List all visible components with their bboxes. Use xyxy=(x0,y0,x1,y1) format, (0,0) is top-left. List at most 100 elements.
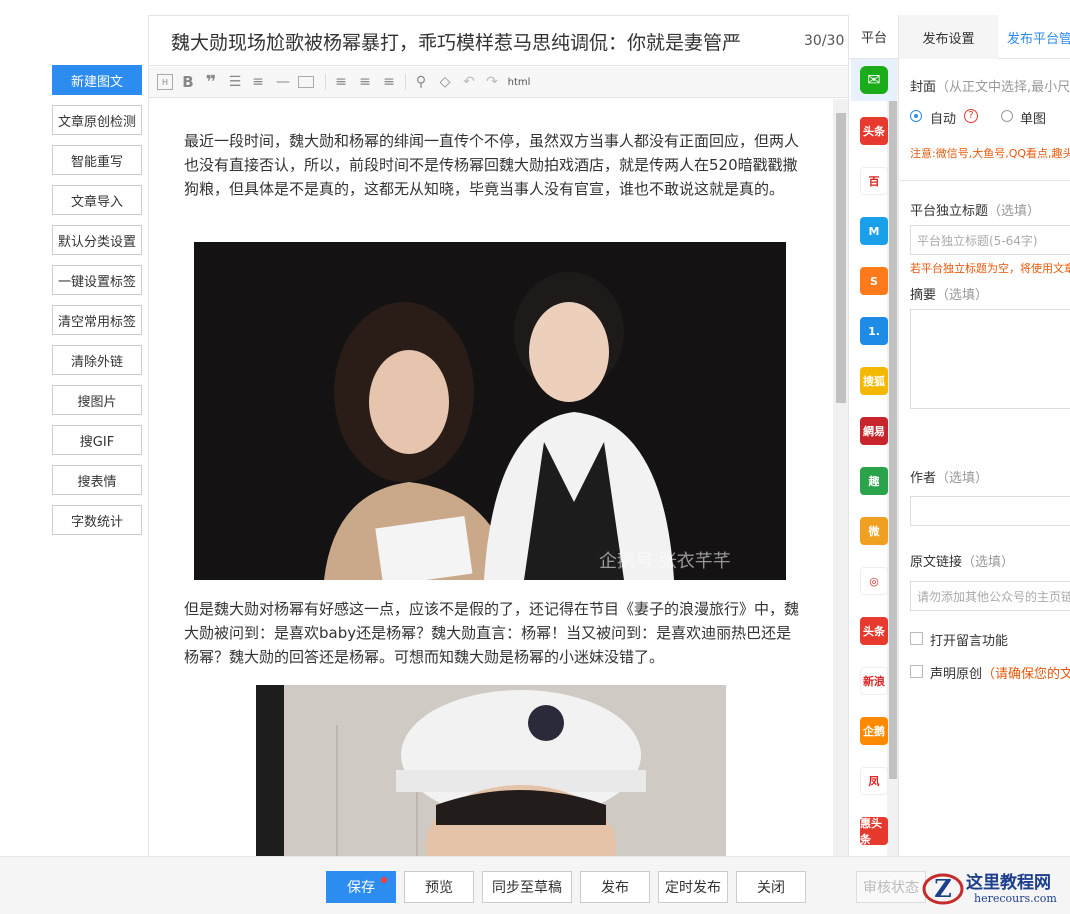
editor-scrollbar[interactable] xyxy=(833,99,849,857)
platform-yidian-icon[interactable]: 1. xyxy=(860,317,888,345)
platform-dayu-icon[interactable]: S xyxy=(860,267,888,295)
import-article-button[interactable]: 文章导入 xyxy=(52,185,142,215)
schedule-publish-button[interactable]: 定时发布 xyxy=(658,871,728,903)
bottom-action-bar: 保存 预览 同步至草稿 发布 定时发布 关闭 审核状态 xyxy=(0,856,1070,914)
cover-single-radio[interactable] xyxy=(1001,110,1013,122)
left-sidebar: 新建图文文章原创检测 智能重写文章导入默认分类设置 一键设置标签 清空常用标签 清除外链… xyxy=(0,0,148,856)
editor-toolbar: H B ❞ ☰ ≡ — ≡ ≡ ≡ ⚲ ◇ ↶ ↷ html xyxy=(149,67,849,98)
clear-tags-button[interactable]: 清空常用标签 xyxy=(52,305,142,335)
eraser-icon[interactable]: ◇ xyxy=(437,74,453,90)
editor-content[interactable]: 最近一段时间，魏大勋和杨幂的绯闻一直传个不停，虽然双方当事人都没有正面回应，但两… xyxy=(149,99,833,857)
sync-draft-button[interactable]: 同步至草稿 xyxy=(482,871,572,903)
original-label: 声明原创（请确保您的文章为原创 xyxy=(930,667,1070,682)
word-count-button[interactable]: 字数统计 xyxy=(52,505,142,535)
comment-checkbox[interactable] xyxy=(910,632,923,645)
platform-mp-icon[interactable]: M xyxy=(860,217,888,245)
set-tags-button[interactable]: 一键设置标签 xyxy=(52,265,142,295)
author-input[interactable] xyxy=(910,496,1070,526)
editor-panel: 魏大勋现场尬歌被杨幂暴打，乖巧模样惹马思纯调侃：你就是妻管严 30/30 H B… xyxy=(148,15,849,857)
site-watermark: Z 这里教程网 herecours.com xyxy=(922,866,1070,912)
cover-auto-radio[interactable] xyxy=(910,110,922,122)
title-row: 魏大勋现场尬歌被杨幂暴打，乖巧模样惹马思纯调侃：你就是妻管严 30/30 xyxy=(149,16,849,66)
platform-weibo-icon[interactable]: 微 xyxy=(860,517,888,545)
save-button[interactable]: 保存 xyxy=(326,871,396,903)
comment-label: 打开留言功能 xyxy=(930,634,1009,649)
platform-column: 平台 ✉ 头条百 M S 1. 搜狐 網易趣微 ◎ 头条 新浪 企鹅凤惠头条 xyxy=(848,15,899,856)
toolbar-divider xyxy=(325,74,326,90)
image-icon[interactable] xyxy=(298,76,314,88)
photo-man-cap xyxy=(256,685,726,857)
summary-label: 摘要（选填） xyxy=(910,288,989,303)
redo-icon[interactable]: ↷ xyxy=(484,74,500,90)
publish-button[interactable]: 发布 xyxy=(580,871,650,903)
remove-links-button[interactable]: 清除外链 xyxy=(52,345,142,375)
title-char-count: 30/30 xyxy=(804,33,845,49)
help-icon[interactable]: ? xyxy=(964,109,978,123)
platform-diandian-icon[interactable]: ◎ xyxy=(860,567,888,595)
paragraph: 但是魏大勋对杨幂有好感这一点，应该不是假的了，还记得在节目《妻子的浪漫旅行》中，… xyxy=(184,600,800,666)
unordered-list-icon[interactable]: ≡ xyxy=(251,74,265,90)
preview-button[interactable]: 预览 xyxy=(404,871,474,903)
scrollbar-thumb[interactable] xyxy=(836,113,846,403)
original-checkbox[interactable] xyxy=(910,665,923,678)
platform-wechat-icon[interactable]: ✉ xyxy=(851,59,897,101)
cover-auto-label: 自动 xyxy=(930,112,957,127)
source-link-input[interactable]: 请勿添加其他公众号的主页链接 xyxy=(910,581,1070,611)
search-gif-button[interactable]: 搜GIF xyxy=(52,425,142,455)
heading-icon[interactable]: H xyxy=(157,74,173,90)
original-check-button[interactable]: 文章原创检测 xyxy=(52,105,142,135)
search-images-button[interactable]: 搜图片 xyxy=(52,385,142,415)
article-title-input[interactable]: 魏大勋现场尬歌被杨幂暴打，乖巧模样惹马思纯调侃：你就是妻管严 xyxy=(171,28,786,55)
platform-title-label: 平台独立标题（选填） xyxy=(910,204,1041,219)
paragraph: 最近一段时间，魏大勋和杨幂的绯闻一直传个不停，虽然双方当事人都没有正面回应，但两… xyxy=(184,132,800,198)
ordered-list-icon[interactable]: ☰ xyxy=(228,74,242,90)
scrollbar-thumb[interactable] xyxy=(889,79,897,779)
align-left-icon[interactable]: ≡ xyxy=(333,74,349,90)
horizontal-rule-icon[interactable]: — xyxy=(275,74,291,90)
unsaved-dot xyxy=(381,877,387,883)
settings-panel: 发布设置 发布平台管理 封面（从正文中选择,最小尺寸 自动 ? 单图 注意:微信… xyxy=(898,15,1070,856)
site-title: 这里教程网 xyxy=(966,873,1051,893)
tab-publish-settings[interactable]: 发布设置 xyxy=(899,15,998,59)
search-emoji-button[interactable]: 搜表情 xyxy=(52,465,142,495)
bold-icon[interactable]: B xyxy=(181,73,195,91)
platform-fenghuang-icon[interactable]: 凤 xyxy=(860,767,888,795)
toolbar-divider xyxy=(405,74,406,90)
platform-toutiao2-icon[interactable]: 头条 xyxy=(860,617,888,645)
close-button[interactable]: 关闭 xyxy=(736,871,806,903)
align-right-icon[interactable]: ≡ xyxy=(381,74,397,90)
platform-netease-icon[interactable]: 網易 xyxy=(860,417,888,445)
wechat-icon: ✉ xyxy=(860,66,888,94)
svg-text:Z: Z xyxy=(934,874,952,903)
article-image[interactable] xyxy=(256,685,726,857)
default-category-button[interactable]: 默认分类设置 xyxy=(52,225,142,255)
quote-icon[interactable]: ❞ xyxy=(204,72,218,93)
photo-couple xyxy=(194,242,786,580)
cover-note: 注意:微信号,大鱼号,QQ看点,趣头条 xyxy=(910,147,1070,160)
site-url: herecours.com xyxy=(974,892,1057,905)
divider xyxy=(899,180,1070,181)
smart-rewrite-button[interactable]: 智能重写 xyxy=(52,145,142,175)
platform-baidu-icon[interactable]: 百 xyxy=(860,167,888,195)
source-link-label: 原文链接（选填） xyxy=(910,555,1015,570)
platform-qutoutiao-icon[interactable]: 趣 xyxy=(860,467,888,495)
platform-header: 平台 xyxy=(849,15,899,59)
platform-huitoutiao-icon[interactable]: 惠头条 xyxy=(860,817,888,846)
new-article-button[interactable]: 新建图文 xyxy=(52,65,142,95)
review-status-button[interactable]: 审核状态 xyxy=(856,871,926,903)
html-source-button[interactable]: html xyxy=(507,74,531,90)
title-note: 若平台独立标题为空，将使用文章标题 xyxy=(910,262,1070,275)
tab-platform-management[interactable]: 发布平台管理 xyxy=(1007,15,1070,59)
article-image[interactable]: 企鹅号 张衣芊芊 xyxy=(194,242,786,580)
platform-toutiao-icon[interactable]: 头条 xyxy=(860,117,888,145)
find-icon[interactable]: ⚲ xyxy=(413,74,429,90)
align-center-icon[interactable]: ≡ xyxy=(357,74,373,90)
undo-icon[interactable]: ↶ xyxy=(461,74,477,90)
platform-title-input[interactable]: 平台独立标题(5-64字) xyxy=(910,225,1070,255)
author-label: 作者（选填） xyxy=(910,471,989,486)
platform-sohu-icon[interactable]: 搜狐 xyxy=(860,367,888,395)
platform-qiehao-icon[interactable]: 企鹅 xyxy=(860,717,888,745)
summary-textarea[interactable] xyxy=(910,309,1070,409)
image-watermark: 企鹅号 张衣芊芊 xyxy=(599,551,731,572)
platform-xinlang-icon[interactable]: 新浪 xyxy=(860,667,888,695)
